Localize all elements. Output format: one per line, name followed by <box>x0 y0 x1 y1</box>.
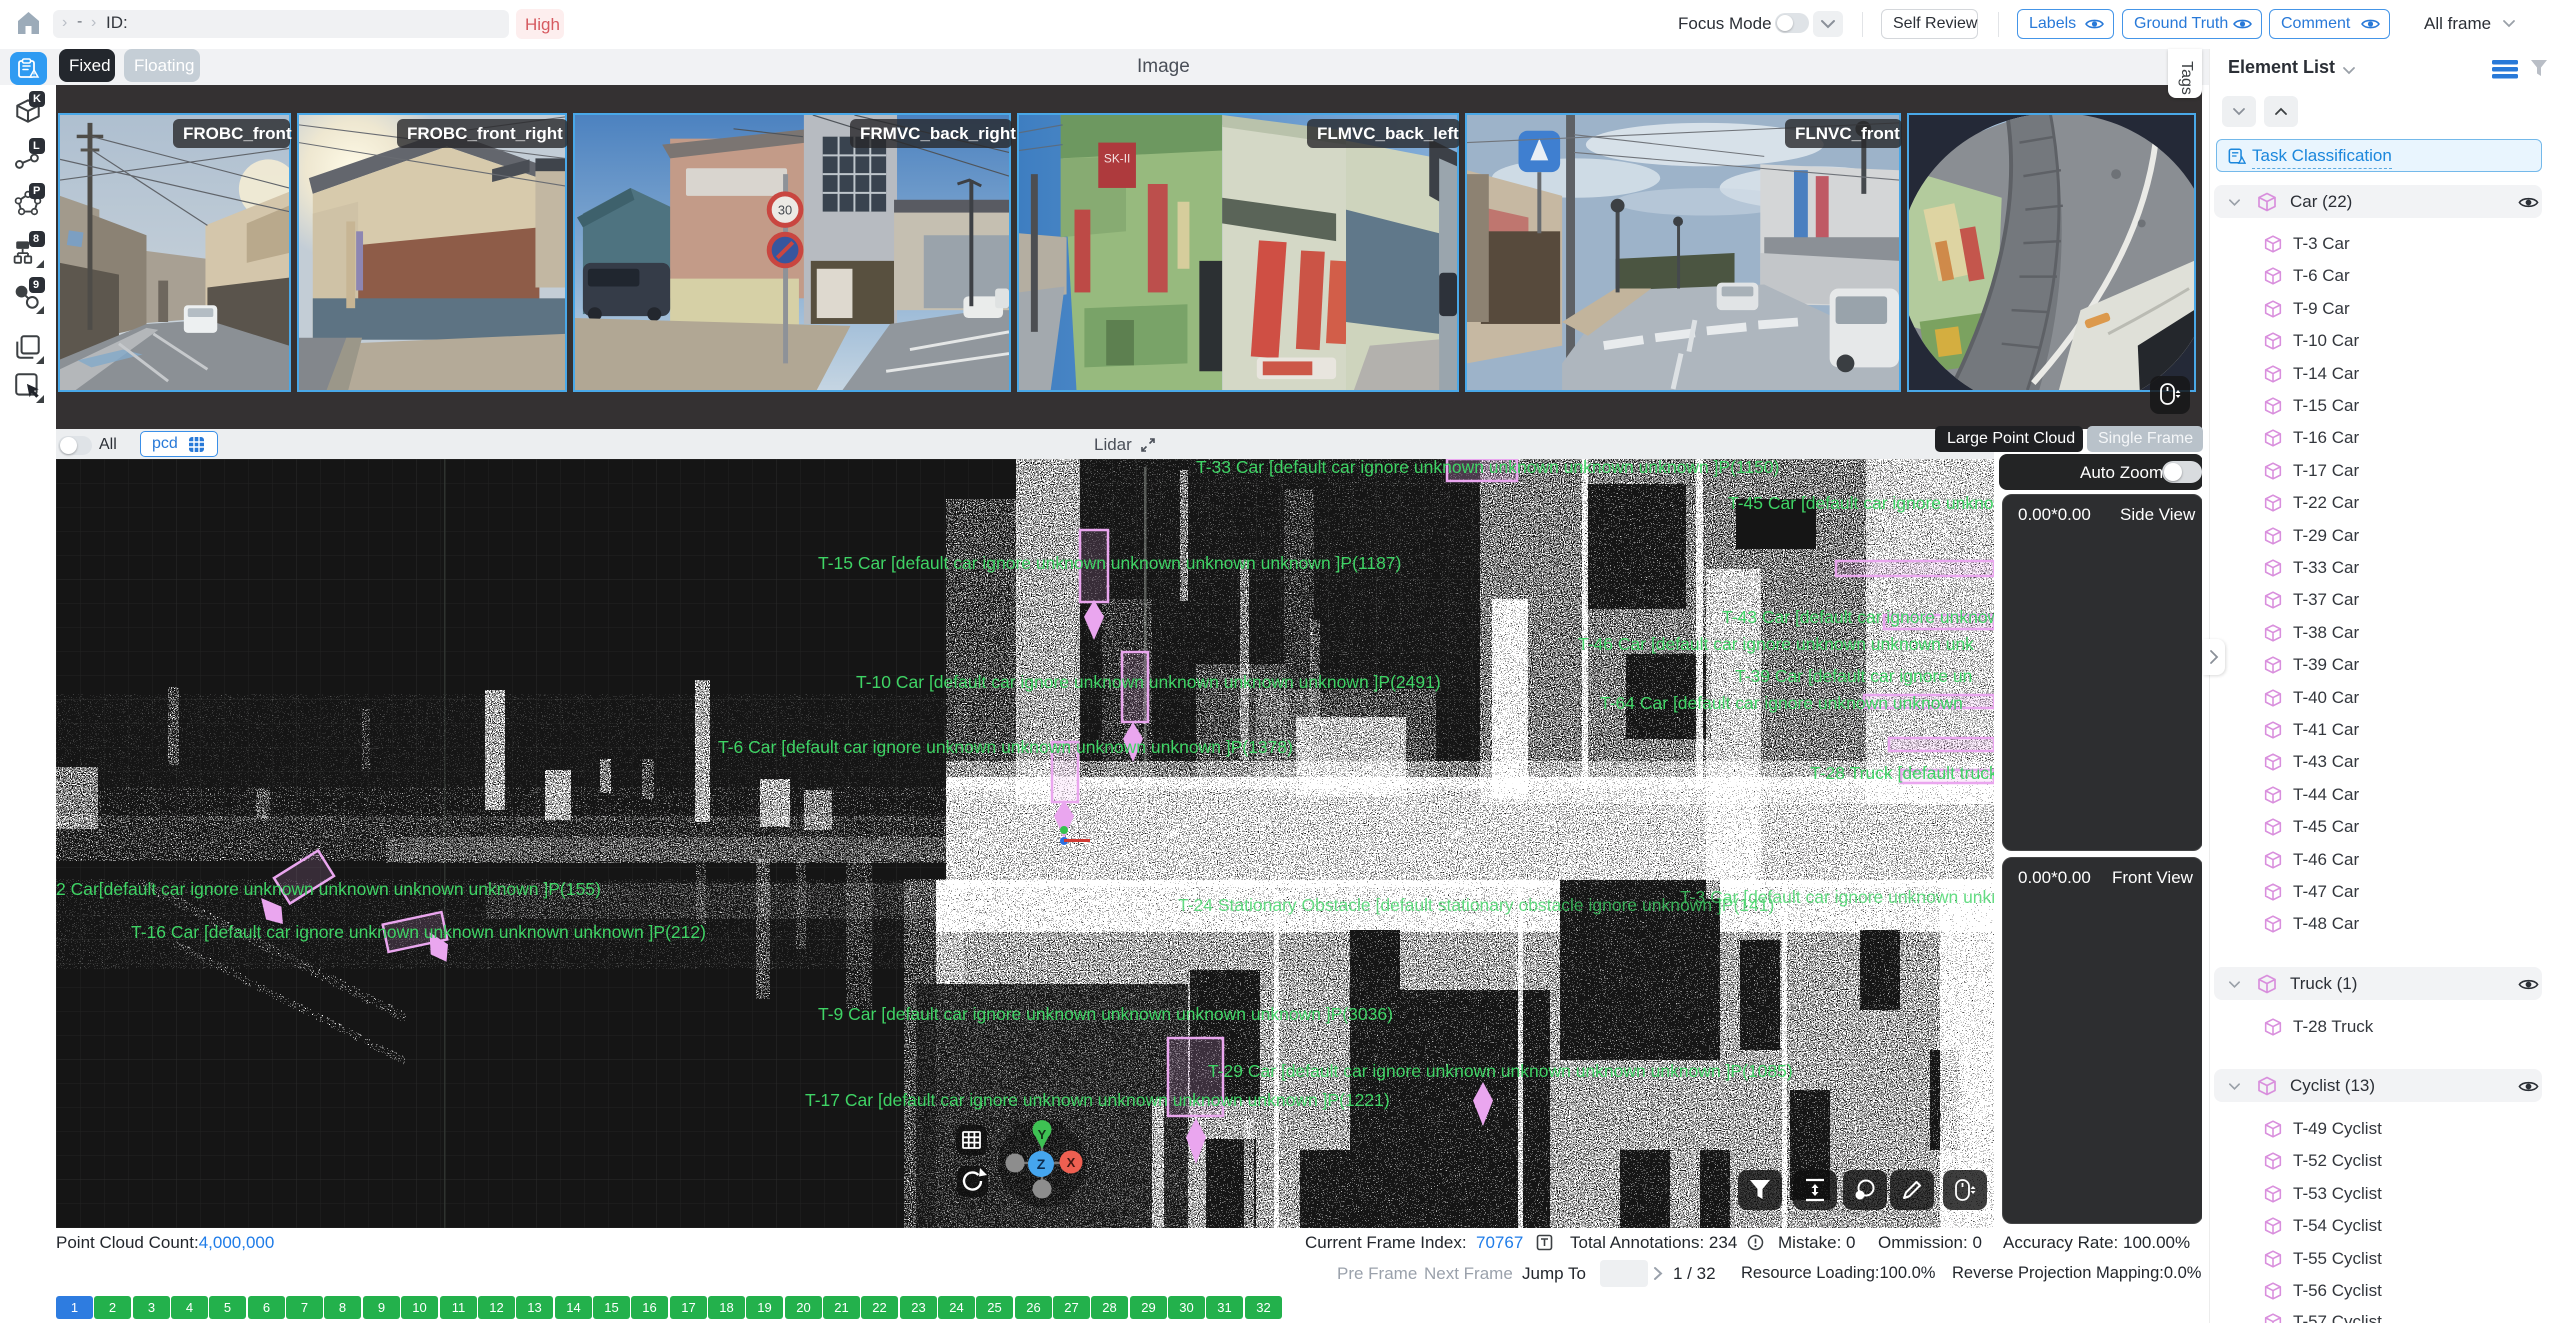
svg-text:30: 30 <box>778 203 792 218</box>
svg-text:SK-II: SK-II <box>1104 151 1130 165</box>
svg-text:Y: Y <box>1038 1127 1047 1142</box>
svg-text:X: X <box>1067 1155 1076 1170</box>
svg-text:Z: Z <box>1037 1156 1046 1172</box>
